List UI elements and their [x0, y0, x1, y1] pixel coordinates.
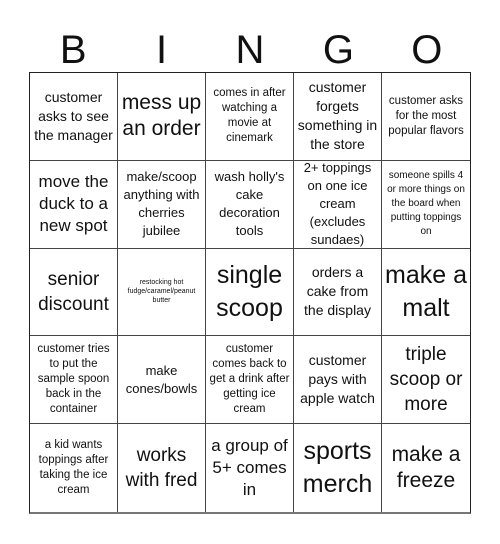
header-letter-o: O: [411, 28, 443, 72]
cell-text: a kid wants toppings after taking the ic…: [38, 439, 109, 497]
header-letter-b: B: [59, 28, 87, 72]
bingo-board: customer asks to see the manager mess up…: [29, 72, 471, 514]
bingo-cell-r4-c4[interactable]: make a freeze: [382, 424, 470, 512]
bingo-cell-r4-c1[interactable]: works with fred: [118, 424, 206, 512]
bingo-cell-r1-c4[interactable]: someone spills 4 or more things on the b…: [382, 161, 470, 249]
cell-text: sports merch: [302, 437, 373, 499]
cell-text: restocking hot fudge/caramel/peanut butt…: [127, 279, 196, 305]
bingo-cell-r1-c3[interactable]: 2+ toppings on one ice cream (excludes s…: [294, 160, 382, 249]
bingo-cell-r1-c0[interactable]: move the duck to a new spot: [30, 160, 118, 249]
cell-text: wash holly's cake decoration tools: [214, 169, 285, 239]
cell-text: customer asks to see the manager: [34, 88, 113, 143]
bingo-cell-r1-c1[interactable]: make/scoop anything with cherries jubile…: [118, 160, 206, 249]
header-letter-n: N: [235, 28, 265, 72]
cell-text: customer pays with apple watch: [300, 352, 375, 407]
bingo-cell-r2-c2[interactable]: single scoop: [206, 248, 294, 337]
cell-text: move the duck to a new spot: [38, 172, 109, 236]
bingo-cell-r0-c2[interactable]: comes in after watching a movie at cinem…: [206, 73, 294, 161]
bingo-cell-r3-c1[interactable]: make cones/bowls: [118, 336, 206, 425]
bingo-cell-r4-c0[interactable]: a kid wants toppings after taking the ic…: [30, 424, 118, 512]
bingo-cell-r0-c1[interactable]: mess up an order: [118, 73, 206, 161]
bingo-cell-r2-c4[interactable]: make a malt: [382, 249, 470, 337]
bingo-cell-r2-c1[interactable]: restocking hot fudge/caramel/peanut butt…: [118, 248, 206, 337]
bingo-cell-r4-c2[interactable]: a group of 5+ comes in: [206, 424, 294, 512]
cell-text: customer forgets something in the store: [297, 79, 378, 153]
bingo-cell-r0-c0[interactable]: customer asks to see the manager: [30, 73, 118, 161]
cell-text: senior discount: [38, 268, 109, 315]
bingo-cell-r0-c3[interactable]: customer forgets something in the store: [294, 73, 382, 161]
bingo-cell-r3-c2[interactable]: customer comes back to get a drink after…: [206, 336, 294, 425]
cell-text: comes in after watching a movie at cinem…: [213, 87, 286, 145]
bingo-cell-r3-c3[interactable]: customer pays with apple watch: [294, 336, 382, 425]
cell-text: mess up an order: [121, 91, 202, 141]
cell-text: make a freeze: [391, 443, 461, 493]
bingo-cell-r2-c0[interactable]: senior discount: [30, 248, 118, 337]
cell-text: a group of 5+ comes in: [211, 436, 288, 500]
bingo-cell-r2-c3[interactable]: orders a cake from the display: [294, 248, 382, 337]
bingo-cell-r3-c0[interactable]: customer tries to put the sample spoon b…: [30, 336, 118, 425]
cell-text: single scoop: [216, 260, 283, 322]
cell-text: 2+ toppings on one ice cream (excludes s…: [303, 160, 372, 248]
cell-text: works with fred: [125, 445, 198, 492]
cell-text: customer tries to put the sample spoon b…: [37, 343, 110, 416]
header-letter-i: I: [156, 28, 168, 72]
cell-text: make/scoop anything with cherries jubile…: [123, 169, 200, 239]
bingo-cell-r4-c3[interactable]: sports merch: [294, 424, 382, 512]
cell-text: customer comes back to get a drink after…: [209, 343, 290, 416]
cell-text: customer asks for the most popular flavo…: [388, 94, 464, 137]
bingo-cell-r3-c4[interactable]: triple scoop or more: [382, 336, 470, 425]
header-letter-g: G: [322, 28, 354, 72]
cell-text: orders a cake from the display: [304, 264, 371, 319]
cell-text: triple scoop or more: [389, 344, 463, 416]
bingo-header: B I N G O: [29, 28, 471, 72]
bingo-cell-r0-c4[interactable]: customer asks for the most popular flavo…: [382, 73, 470, 161]
bingo-cell-r1-c2[interactable]: wash holly's cake decoration tools: [206, 160, 294, 249]
cell-text: make a malt: [385, 260, 467, 322]
cell-text: someone spills 4 or more things on the b…: [387, 170, 465, 238]
cell-text: make cones/bowls: [125, 362, 198, 396]
